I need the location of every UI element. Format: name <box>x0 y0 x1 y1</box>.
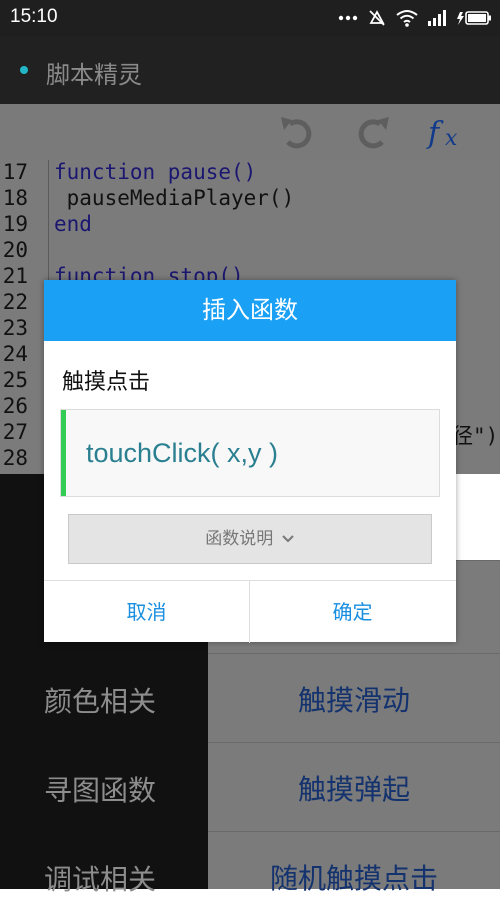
signal-icon <box>428 10 446 26</box>
line-number: 27 <box>2 420 28 444</box>
function-signature: touchClick( x,y ) <box>86 438 279 468</box>
line-number: 28 <box>2 446 28 470</box>
cancel-button[interactable]: 取消 <box>44 581 250 643</box>
line-number: 26 <box>2 394 28 418</box>
explain-label: 函数说明 <box>205 529 274 549</box>
function-item[interactable]: 随机触摸点击 <box>208 857 500 897</box>
app-bar: 脚本精灵 <box>0 36 500 104</box>
function-signature-box: touchClick( x,y ) <box>60 409 440 497</box>
line-number: 25 <box>2 368 28 392</box>
function-explain-button[interactable]: 函数说明 <box>68 514 432 564</box>
svg-text:f: f <box>426 116 444 151</box>
list-divider <box>208 831 500 832</box>
category-item[interactable]: 调试相关 <box>44 858 156 898</box>
status-time: 15:10 <box>10 6 58 27</box>
more-dots-icon <box>338 15 358 21</box>
function-item[interactable]: 触摸弹起 <box>208 768 500 808</box>
line-number: 21 <box>2 264 28 288</box>
code-line: function pause() <box>54 160 257 184</box>
wifi-icon <box>396 10 418 27</box>
editor-toolbar: f x <box>0 104 500 160</box>
list-divider <box>208 742 500 743</box>
dialog-actions: 取消 确定 <box>44 580 456 643</box>
category-item[interactable]: 寻图函数 <box>44 769 156 809</box>
code-line: pauseMediaPlayer() <box>54 186 295 210</box>
insert-function-dialog: 插入函数 触摸点击 touchClick( x,y ) 函数说明 取消 确定 <box>44 280 456 643</box>
vibrate-off-icon <box>369 10 385 26</box>
line-number: 24 <box>2 342 28 366</box>
undo-icon[interactable] <box>276 112 320 152</box>
function-icon[interactable]: f x <box>426 112 470 152</box>
status-bar: 15:10 <box>0 0 500 36</box>
code-line: end <box>54 212 92 236</box>
battery-charging-icon <box>457 11 491 25</box>
svg-text:x: x <box>445 126 458 151</box>
line-number: 23 <box>2 316 28 340</box>
function-name: 触摸点击 <box>62 370 151 395</box>
code-line-fragment: 径") <box>452 424 499 448</box>
status-icons <box>338 8 492 28</box>
line-number: 20 <box>2 238 28 262</box>
list-divider <box>208 653 500 654</box>
dialog-title: 插入函数 <box>44 280 456 341</box>
line-number: 22 <box>2 290 28 314</box>
category-item[interactable]: 颜色相关 <box>44 680 156 720</box>
function-item[interactable]: 触摸滑动 <box>208 679 500 719</box>
app-indicator-dot <box>20 66 28 74</box>
line-number: 17 <box>2 160 28 184</box>
accent-bar <box>61 410 66 496</box>
chevron-down-icon <box>281 535 294 543</box>
line-number: 18 <box>2 186 28 210</box>
redo-icon[interactable] <box>350 112 394 152</box>
confirm-button[interactable]: 确定 <box>250 581 455 643</box>
app-title: 脚本精灵 <box>46 61 142 89</box>
line-number: 19 <box>2 212 28 236</box>
